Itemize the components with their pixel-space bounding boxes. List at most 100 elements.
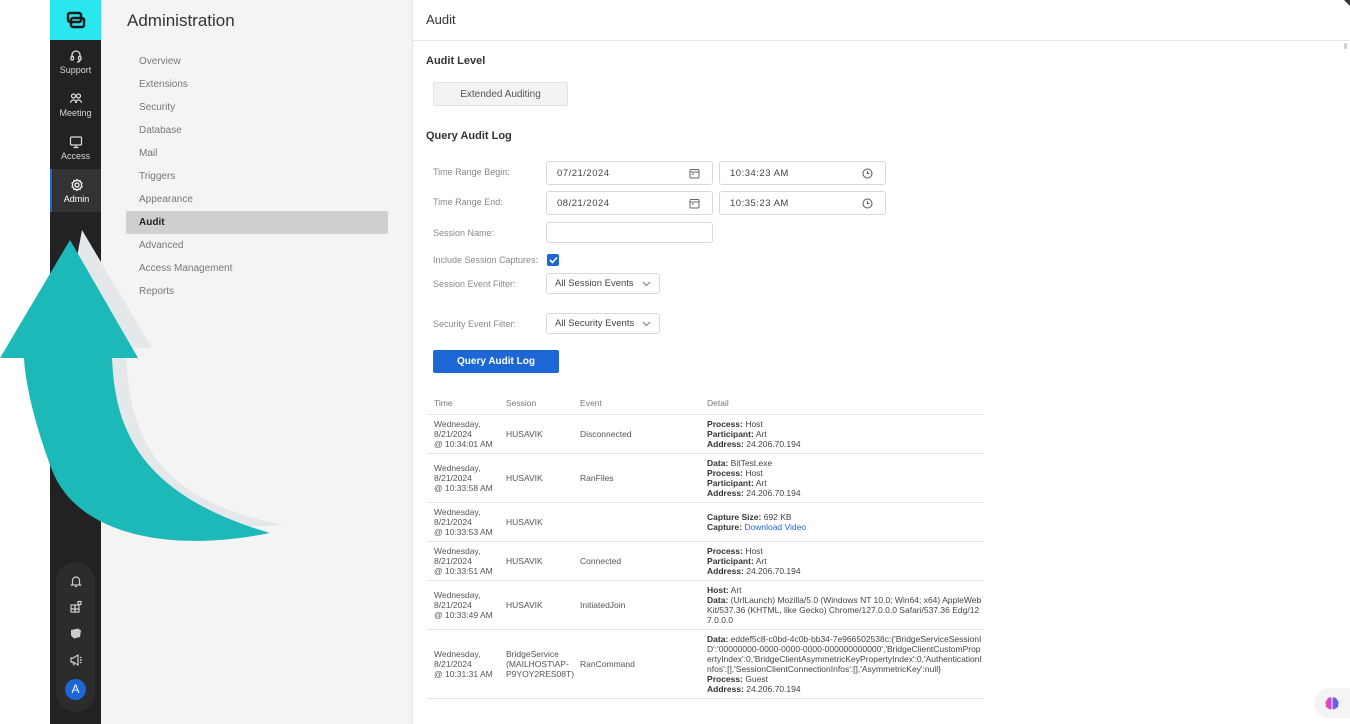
- column-header-session[interactable]: Session: [500, 392, 575, 415]
- detail-key: Address:: [707, 683, 744, 694]
- session-event-filter-select[interactable]: All Session Events: [546, 273, 660, 294]
- detail-key: Address:: [707, 487, 744, 498]
- detail-key: Host:: [707, 584, 729, 595]
- cell-session: HUSAVIK: [500, 541, 575, 581]
- extended-auditing-button[interactable]: Extended Auditing: [433, 82, 568, 106]
- chevron-down-icon: [642, 281, 651, 286]
- detail-line: Participant: Art: [707, 478, 984, 488]
- chevron-down-icon: [642, 321, 651, 326]
- time-day: Wednesday,: [434, 418, 481, 429]
- detail-line: Address: 24.206.70.194: [707, 439, 984, 449]
- cell-event: InitiatedJoin: [574, 580, 702, 630]
- date-value: 07/21/2024: [557, 167, 610, 179]
- time-date: 8/21/2024: [434, 555, 472, 566]
- detail-value: 692 KB: [761, 511, 792, 522]
- cell-event: Connected: [574, 541, 702, 581]
- time-day: Wednesday,: [434, 462, 481, 473]
- time-end-time-input[interactable]: 10:35:23 AM: [719, 191, 886, 215]
- nav-list: Overview Extensions Security Database Ma…: [101, 50, 412, 303]
- nav-item-security[interactable]: Security: [126, 96, 388, 119]
- time-end-date-input[interactable]: 08/21/2024: [546, 191, 713, 215]
- clock-icon[interactable]: [862, 198, 873, 209]
- gear-icon: [70, 178, 83, 191]
- include-captures-label: Include Session Captures:: [433, 255, 539, 265]
- nav-item-database[interactable]: Database: [126, 119, 388, 142]
- detail-value: eddef5c8-c0bd-4c0b-bb34-7e966502538c:{'B…: [707, 633, 982, 674]
- detail-key: Process:: [707, 418, 743, 429]
- time-time: @ 10:33:53 AM: [434, 526, 493, 537]
- app-logo-icon: [66, 11, 85, 29]
- nav-item-triggers[interactable]: Triggers: [126, 165, 388, 188]
- bell-icon[interactable]: [69, 574, 83, 588]
- nav-item-appearance[interactable]: Appearance: [126, 188, 388, 211]
- detail-line: Data: (UrlLaunch) Mozilla/5.0 (Windows N…: [707, 595, 984, 625]
- scrollbar-thumb[interactable]: [1344, 43, 1347, 49]
- nav-item-audit[interactable]: Audit: [126, 211, 388, 234]
- detail-line: Address: 24.206.70.194: [707, 684, 984, 694]
- time-begin-date-input[interactable]: 07/21/2024: [546, 161, 713, 185]
- nav-item-advanced[interactable]: Advanced: [126, 234, 388, 257]
- cell-detail: Data: BitTest.exe Process: Host Participan…: [701, 453, 984, 503]
- table-row[interactable]: Wednesday, 8/21/2024 @ 10:33:53 AM HUSAVIK C…: [428, 502, 984, 542]
- cell-event: RanCommand: [574, 629, 702, 699]
- query-audit-log-button[interactable]: Query Audit Log: [433, 350, 559, 373]
- cell-event: [574, 502, 702, 542]
- column-header-event[interactable]: Event: [574, 392, 702, 415]
- calendar-icon[interactable]: [689, 198, 700, 209]
- column-header-detail[interactable]: Detail: [701, 392, 984, 415]
- nav-item-reports[interactable]: Reports: [126, 280, 388, 303]
- user-avatar[interactable]: A: [65, 678, 86, 700]
- nav-item-overview[interactable]: Overview: [126, 50, 388, 73]
- security-filter-label: Security Event Filter:: [433, 319, 517, 329]
- detail-key: Address:: [707, 565, 744, 576]
- nav-item-access-management[interactable]: Access Management: [126, 257, 388, 280]
- nav-item-extensions[interactable]: Extensions: [126, 73, 388, 96]
- table-row[interactable]: Wednesday, 8/21/2024 @ 10:34:01 AM HUSAVIK D…: [428, 414, 984, 454]
- nav-item-mail[interactable]: Mail: [126, 142, 388, 165]
- table-row[interactable]: Wednesday, 8/21/2024 @ 10:33:51 AM HUSAVIK C…: [428, 541, 984, 581]
- extensions-icon[interactable]: [69, 600, 83, 614]
- download-video-link[interactable]: Download Video: [744, 522, 806, 532]
- time-begin-time-input[interactable]: 10:34:23 AM: [719, 161, 886, 185]
- cell-session: BridgeService (MAILHOST\AP-P9YOY2RES08T): [500, 629, 575, 699]
- table-body: Wednesday, 8/21/2024 @ 10:34:01 AM HUSAVIK D…: [428, 414, 984, 699]
- app-logo[interactable]: [50, 0, 101, 40]
- security-event-filter-select[interactable]: All Security Events: [546, 313, 661, 334]
- detail-value: Host: [742, 418, 763, 429]
- rail-item-admin[interactable]: Admin: [50, 169, 101, 212]
- cell-time: Wednesday, 8/21/2024 @ 10:34:01 AM: [428, 414, 500, 454]
- page-title: Audit: [413, 0, 1350, 41]
- detail-key: Participant:: [707, 555, 754, 566]
- detail-key: Participant:: [707, 428, 754, 439]
- session-name: BridgeService (MAILHOST\AP-P9YOY2RES08T): [506, 648, 575, 679]
- admin-nav: Administration Overview Extensions Secur…: [101, 0, 413, 724]
- app-window: Support Meeting Access Admin A Administr…: [50, 0, 1350, 724]
- detail-value: Art: [753, 477, 767, 488]
- session-name-input[interactable]: [546, 222, 713, 243]
- time-time: @ 10:31:31 AM: [434, 668, 493, 679]
- rail-item-access[interactable]: Access: [50, 126, 101, 169]
- column-header-time[interactable]: Time: [428, 392, 500, 415]
- ai-assistant-button[interactable]: [1314, 688, 1350, 718]
- table-row[interactable]: Wednesday, 8/21/2024 @ 10:33:49 AM HUSAVIK I…: [428, 580, 984, 630]
- date-value: 08/21/2024: [557, 197, 610, 209]
- detail-value: Host: [742, 467, 763, 478]
- detail-line: Data: eddef5c8-c0bd-4c0b-bb34-7e96650253…: [707, 634, 984, 674]
- box-icon[interactable]: [69, 626, 83, 640]
- rail-item-support[interactable]: Support: [50, 40, 101, 83]
- select-value: All Security Events: [555, 318, 635, 329]
- session-name: HUSAVIK: [506, 555, 543, 566]
- time-end-label: Time Range End:: [433, 197, 503, 207]
- table-row[interactable]: Wednesday, 8/21/2024 @ 10:33:58 AM HUSAVIK R…: [428, 453, 984, 503]
- audit-log-table: Time Session Event Detail Wednesday, 8/21…: [428, 392, 984, 699]
- main-panel: Audit Audit Level Extended Auditing Quer…: [413, 0, 1350, 724]
- detail-value: Art: [753, 428, 767, 439]
- clock-icon[interactable]: [862, 168, 873, 179]
- calendar-icon[interactable]: [689, 168, 700, 179]
- people-icon: [69, 92, 82, 103]
- include-captures-checkbox[interactable]: [547, 254, 559, 266]
- megaphone-icon[interactable]: [69, 653, 83, 667]
- rail-item-meeting[interactable]: Meeting: [50, 83, 101, 126]
- detail-key: Data:: [707, 457, 729, 468]
- table-row[interactable]: Wednesday, 8/21/2024 @ 10:31:31 AM BridgeSe…: [428, 629, 984, 699]
